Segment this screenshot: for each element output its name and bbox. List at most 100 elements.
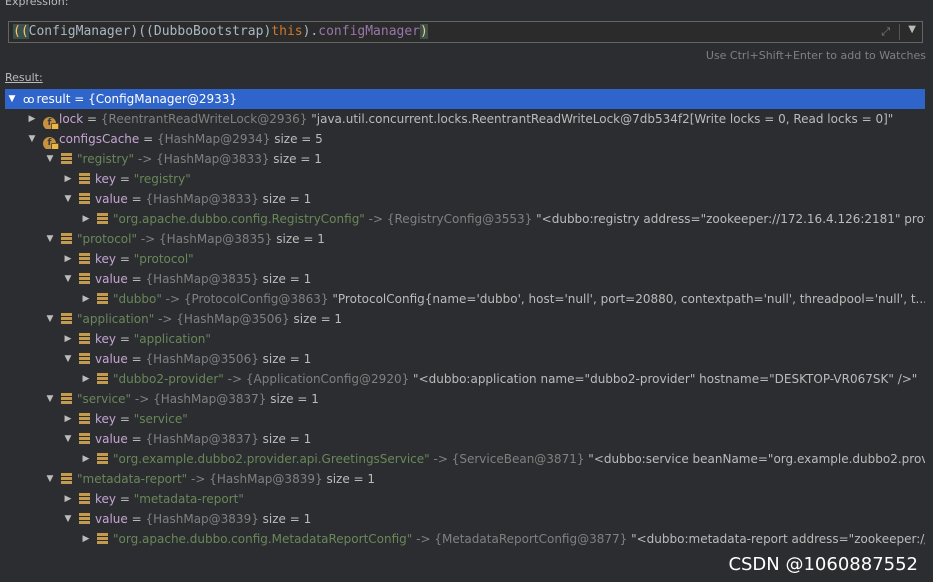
tree-row-size: size = 1 [293,312,343,326]
tree-row[interactable]: ▼ value = {HashMap@3835} size = 1 [5,269,925,289]
equals-sign: = [70,92,89,106]
tree-row-ref: {HashMap@3839} [209,472,323,486]
collapse-arrow-icon[interactable]: ▼ [7,89,17,109]
map-entry-icon [97,533,108,544]
tree-row[interactable]: ▶ key = "metadata-report" [5,489,925,509]
expression-input[interactable]: ((ConfigManager)((DubboBootstrap) this).c… [8,21,923,43]
tree-row-size: size = 1 [273,152,322,166]
map-entry-icon [79,193,90,204]
tree-row-name: "org.example.dubbo2.provider.api.Greetin… [113,452,430,466]
collapse-arrow-icon[interactable]: ▼ [63,189,73,209]
map-entry-icon [79,513,90,524]
tree-row[interactable]: ▼ f configsCache = {HashMap@2934} size = 5 [5,129,925,149]
expr-cast-class-2: DubboBootstrap [153,24,264,39]
tree-row-name: key [95,252,117,266]
map-entry-icon [79,273,90,284]
result-tree[interactable]: ▼ oo result = {ConfigManager@2933} ▶ f lock … [5,89,925,549]
expand-arrow-icon[interactable]: ▶ [81,529,91,549]
tree-row-name: key [95,332,117,346]
equals-sign: = [127,192,146,206]
map-arrow: -> [158,312,173,326]
tree-row-content: "org.example.dubbo2.provider.api.Greetin… [97,449,925,469]
expand-arrow-icon[interactable]: ▶ [27,109,37,129]
tree-row[interactable]: ▼ value = {HashMap@3839} size = 1 [5,509,925,529]
map-entry-icon [79,173,90,184]
expand-arrow-icon[interactable]: ▶ [63,169,73,189]
tree-row[interactable]: ▶ key = "protocol" [5,249,925,269]
tree-row-value: "ProtocolConfig{name='dubbo', host='null… [332,292,925,306]
collapse-arrow-icon[interactable]: ▼ [63,509,73,529]
map-entry-icon [79,433,90,444]
expand-icon[interactable]: ⤢ [881,25,890,39]
tree-row-ref: {ReentrantReadWriteLock@2936} [100,112,308,126]
tree-row[interactable]: ▶ "dubbo" -> {ProtocolConfig@3863} "Proto… [5,289,925,309]
tree-row-content: key = "registry" [79,169,191,189]
expand-arrow-icon[interactable]: ▶ [63,409,73,429]
collapse-arrow-icon[interactable]: ▼ [27,129,37,149]
expand-arrow-icon[interactable]: ▶ [81,289,91,309]
map-entry-icon [79,253,90,264]
tree-row[interactable]: ▼ "registry" -> {HashMap@3833} size = 1 [5,149,925,169]
tree-row[interactable]: ▼ "service" -> {HashMap@3837} size = 1 [5,389,925,409]
collapse-arrow-icon[interactable]: ▼ [63,349,73,369]
expand-arrow-icon[interactable]: ▶ [81,449,91,469]
collapse-arrow-icon[interactable]: ▼ [45,229,55,249]
tree-row[interactable]: ▶ "dubbo2-provider" -> {ApplicationConfig… [5,369,925,389]
collapse-arrow-icon[interactable]: ▼ [63,429,73,449]
tree-row[interactable]: ▼ "application" -> {HashMap@3506} size = … [5,309,925,329]
collapse-arrow-icon[interactable]: ▼ [45,309,55,329]
tree-row-name: "protocol" [77,232,137,246]
tree-row-content: key = "metadata-report" [79,489,244,509]
tree-row[interactable]: ▼ value = {HashMap@3506} size = 1 [5,349,925,369]
tree-row-ref: {HashMap@3837} [145,432,259,446]
tree-row[interactable]: ▶ key = "registry" [5,169,925,189]
tree-row-content: value = {HashMap@3835} size = 1 [79,269,311,289]
collapse-arrow-icon[interactable]: ▼ [63,269,73,289]
tree-row[interactable]: ▶ "org.apache.dubbo.config.MetadataReport… [5,529,925,549]
collapse-arrow-icon[interactable]: ▼ [45,149,55,169]
tree-row[interactable]: ▶ "org.example.dubbo2.provider.api.Greeti… [5,449,925,469]
tree-row-name: value [95,192,128,206]
tree-row[interactable]: ▼ "protocol" -> {HashMap@3835} size = 1 [5,229,925,249]
tree-row[interactable]: ▶ "org.apache.dubbo.config.RegistryConfig… [5,209,925,229]
expand-arrow-icon[interactable]: ▶ [63,329,73,349]
map-arrow: -> [191,472,206,486]
tree-row[interactable]: ▶ key = "application" [5,329,925,349]
tree-row-size: size = 1 [262,272,312,286]
expand-arrow-icon[interactable]: ▶ [63,489,73,509]
tree-row-size: size = 5 [274,132,323,146]
tree-row-content: key = "application" [79,329,211,349]
tree-row[interactable]: ▼ oo result = {ConfigManager@2933} [5,89,925,109]
map-entry-icon [97,293,108,304]
tree-row-name: "registry" [77,152,135,166]
expand-arrow-icon[interactable]: ▶ [81,369,91,389]
tree-row-content: "registry" -> {HashMap@3833} size = 1 [61,149,322,169]
tree-row[interactable]: ▼ "metadata-report" -> {HashMap@3839} siz… [5,469,925,489]
tree-row[interactable]: ▶ key = "service" [5,409,925,429]
tree-row-name: "metadata-report" [77,472,188,486]
collapse-arrow-icon[interactable]: ▼ [45,469,55,489]
chevron-down-icon[interactable]: ▼ [908,24,916,35]
expression-text[interactable]: ((ConfigManager)((DubboBootstrap) this).c… [13,24,428,39]
tree-row-content: f lock = {ReentrantReadWriteLock@2936} "j… [43,109,893,129]
expand-arrow-icon[interactable]: ▶ [81,209,91,229]
tree-row-name: value [95,352,128,366]
field-icon: f [43,117,59,129]
tree-row-content: "org.apache.dubbo.config.MetadataReportC… [97,529,925,549]
equals-sign: = [139,132,157,146]
tree-row[interactable]: ▼ value = {HashMap@3833} size = 1 [5,189,925,209]
tree-row-name: "dubbo" [113,292,162,306]
tree-row-value: "<dubbo:service beanName="org.example.du… [588,452,925,466]
equals-sign: = [116,172,134,186]
tree-row-content: "org.apache.dubbo.config.RegistryConfig"… [97,209,925,229]
dropdown-divider [899,24,900,40]
collapse-arrow-icon[interactable]: ▼ [45,389,55,409]
tree-row-value: "service" [133,412,188,426]
tree-row-size: size = 1 [276,232,325,246]
map-entry-icon [79,413,90,424]
tree-row-ref: {HashMap@3833} [156,152,270,166]
tree-row[interactable]: ▼ value = {HashMap@3837} size = 1 [5,429,925,449]
tree-row-value: "registry" [133,172,191,186]
expand-arrow-icon[interactable]: ▶ [63,249,73,269]
tree-row[interactable]: ▶ f lock = {ReentrantReadWriteLock@2936} "… [5,109,925,129]
